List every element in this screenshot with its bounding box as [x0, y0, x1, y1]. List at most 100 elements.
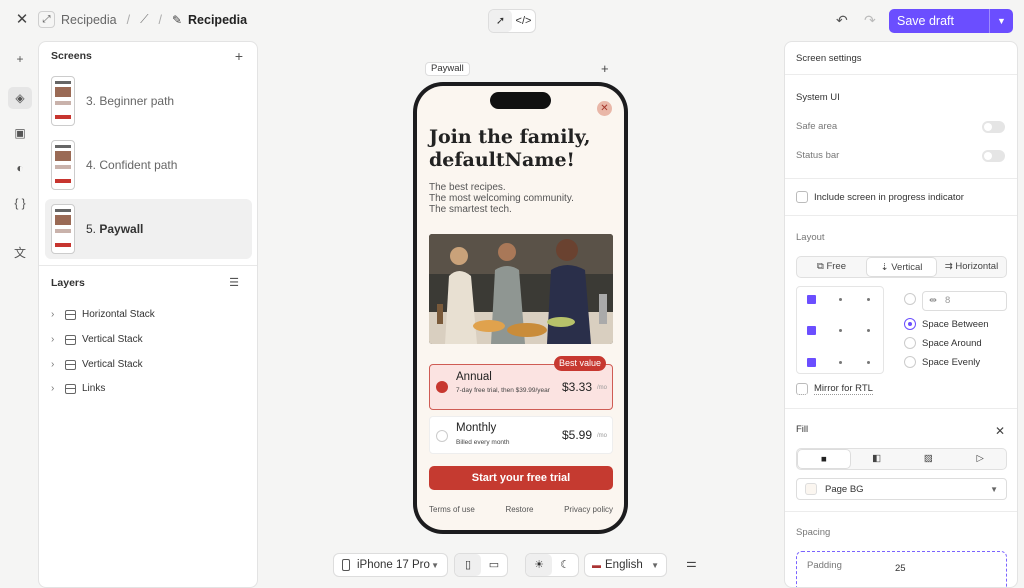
moon-icon[interactable]: ☾ [552, 554, 578, 576]
layer-item[interactable]: › Links [51, 383, 105, 394]
chevron-right-icon[interactable]: › [51, 359, 59, 370]
save-draft-button[interactable]: Save draft ▼ [889, 9, 1013, 33]
add-icon[interactable]: + [8, 48, 32, 70]
mirror-rtl-checkbox[interactable] [796, 383, 808, 395]
layers-icon[interactable]: ◈ [8, 87, 32, 109]
add-screen-icon[interactable]: + [235, 48, 243, 64]
space-around-option[interactable]: Space Around [904, 337, 982, 349]
image-fill-icon[interactable]: ▨ [903, 449, 955, 469]
screen-label: 4. Confident path [86, 158, 178, 172]
video-fill-icon[interactable]: ▷ [954, 449, 1006, 469]
alignment-dot[interactable] [839, 329, 842, 332]
layer-label: Vertical Stack [82, 334, 143, 345]
padding-value[interactable]: 25 [895, 563, 906, 574]
free-layout-icon: ⧉ [817, 261, 824, 272]
fill-color-select[interactable]: Page BG ▼ [796, 478, 1007, 500]
radio-selected[interactable] [904, 318, 916, 330]
gap-input[interactable]: 8 [922, 291, 1007, 311]
radio[interactable] [904, 293, 916, 305]
safe-area-toggle[interactable] [982, 121, 1005, 133]
plan-radio[interactable] [436, 430, 448, 442]
terms-link[interactable]: Terms of use [429, 505, 475, 514]
plan-option-monthly[interactable]: Monthly Billed every month $5.99 /mo [429, 416, 613, 454]
plan-price: $5.99 [561, 428, 592, 442]
language-select[interactable]: ▬ English ▼ [584, 553, 667, 577]
space-evenly-option[interactable]: Space Evenly [904, 356, 980, 368]
screen-label: 3. Beginner path [86, 94, 175, 108]
layer-label: Links [82, 383, 106, 394]
device-select[interactable]: iPhone 17 Pro ▼ [333, 553, 448, 577]
paywall-subtitle[interactable]: The best recipes. The most welcoming com… [429, 182, 619, 215]
layer-item[interactable]: › Horizontal Stack [51, 309, 155, 320]
padding-box[interactable]: Padding 25 [796, 551, 1007, 587]
pencil-icon[interactable]: ✎ [172, 13, 182, 27]
screen-item-beginner-path[interactable]: 3. Beginner path [45, 71, 252, 131]
collapse-all-icon[interactable]: ☰ [229, 276, 239, 289]
variables-icon[interactable]: { } [8, 192, 32, 214]
alignment-marker[interactable] [807, 326, 816, 335]
top-bar: ✕ ⤢ Recipedia / ⟋ / ✎ Recipedia ➚ </> ↶ … [0, 0, 1024, 40]
system-ui-title: System UI [796, 92, 840, 103]
translate-icon[interactable]: 文 [8, 242, 32, 264]
alignment-grid[interactable] [796, 286, 884, 374]
status-bar-toggle[interactable] [982, 150, 1005, 162]
gap-radio[interactable] [904, 293, 922, 305]
layout-free-option[interactable]: ⧉ Free [797, 257, 866, 277]
chevron-right-icon[interactable]: › [51, 334, 59, 345]
alignment-marker[interactable] [807, 295, 816, 304]
plan-option-annual[interactable]: Best value Annual 7-day free trial, then… [429, 356, 613, 410]
flow-icon[interactable]: ⟋ [140, 12, 148, 27]
screen-item-paywall[interactable]: 5. Paywall [45, 199, 252, 259]
phone-screen[interactable]: ✕ Join the family, defaultName! The best… [417, 86, 624, 530]
chevron-right-icon[interactable]: › [51, 309, 59, 320]
paywall-title[interactable]: Join the family, defaultName! [429, 126, 619, 172]
redo-icon[interactable]: ↷ [864, 12, 876, 29]
alignment-dot[interactable] [839, 298, 842, 301]
layer-item[interactable]: › Vertical Stack [51, 359, 143, 370]
alignment-dot[interactable] [867, 329, 870, 332]
select-cursor-icon[interactable]: ➚ [489, 10, 512, 32]
paywall-icon[interactable]: ▣ [8, 122, 32, 144]
breadcrumb-project[interactable]: Recipedia [61, 13, 117, 27]
sun-icon[interactable]: ☀ [526, 554, 552, 576]
sliders-icon[interactable]: ⚌ [686, 556, 697, 570]
plan-radio-selected[interactable] [436, 381, 448, 393]
alignment-dot[interactable] [839, 361, 842, 364]
palette-icon[interactable]: ◐ [8, 157, 32, 179]
privacy-link[interactable]: Privacy policy [564, 505, 613, 514]
breadcrumb: ⤢ Recipedia / ⟋ / ✎ Recipedia [38, 11, 247, 28]
padding-label: Padding [807, 560, 842, 571]
close-icon[interactable]: ✕ [14, 12, 30, 28]
undo-icon[interactable]: ↶ [836, 12, 848, 29]
add-screen-icon[interactable]: + [601, 61, 609, 76]
gradient-fill-icon[interactable]: ◧ [851, 449, 903, 469]
solid-fill-icon[interactable]: ■ [797, 449, 851, 469]
layout-horizontal-option[interactable]: ⇉ Horizontal [937, 257, 1006, 277]
code-icon[interactable]: </> [512, 10, 535, 32]
landscape-icon[interactable]: ▭ [481, 554, 507, 576]
mirror-rtl-option[interactable]: Mirror for RTL [796, 383, 873, 395]
radio[interactable] [904, 356, 916, 368]
progress-indicator-checkbox[interactable] [796, 191, 808, 203]
alignment-dot[interactable] [867, 298, 870, 301]
layout-vertical-option[interactable]: ⇣ Vertical [866, 257, 937, 277]
remove-fill-icon[interactable]: ✕ [995, 424, 1005, 438]
screen-item-confident-path[interactable]: 4. Confident path [45, 135, 252, 195]
cooking-photo[interactable] [429, 234, 613, 344]
app-logo-icon[interactable]: ⤢ [38, 11, 55, 28]
chevron-down-icon[interactable]: ▼ [989, 9, 1013, 33]
radio[interactable] [904, 337, 916, 349]
portrait-icon[interactable]: ▯ [455, 554, 481, 576]
space-between-option[interactable]: Space Between [904, 318, 989, 330]
canvas-screen-label[interactable]: Paywall [425, 62, 470, 76]
layer-item[interactable]: › Vertical Stack [51, 334, 143, 345]
screen-thumbnail [51, 204, 75, 254]
chevron-right-icon[interactable]: › [51, 383, 59, 394]
flag-icon: ▬ [592, 560, 601, 570]
breadcrumb-current[interactable]: Recipedia [188, 13, 247, 27]
start-trial-button[interactable]: Start your free trial [429, 466, 613, 490]
alignment-marker[interactable] [807, 358, 816, 367]
alignment-dot[interactable] [867, 361, 870, 364]
close-icon[interactable]: ✕ [597, 101, 612, 116]
restore-link[interactable]: Restore [505, 505, 533, 514]
